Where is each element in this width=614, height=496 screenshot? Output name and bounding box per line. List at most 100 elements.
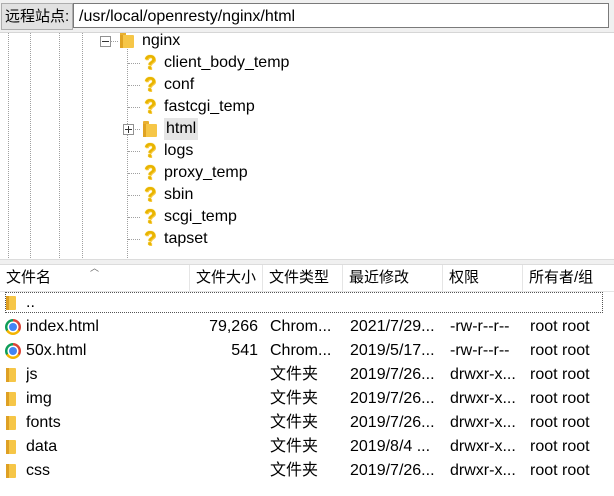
file-size [190, 411, 258, 435]
file-type: 文件夹 [270, 390, 319, 407]
file-type: Chrom... [270, 318, 332, 335]
folder-icon [120, 33, 134, 48]
tree-guide-line [30, 33, 31, 260]
table-row[interactable]: fonts 文件夹 2019/7/26... drwxr-x... root root [0, 411, 614, 435]
tree-connector [128, 85, 140, 86]
tree-node-logs[interactable]: logs [164, 140, 193, 162]
unknown-folder-icon: ? [144, 52, 157, 74]
file-name: css [26, 462, 50, 479]
column-header-owner-group[interactable]: 所有者/组 [523, 265, 614, 291]
file-name: 50x.html [26, 342, 87, 359]
tree-node-client-body-temp[interactable]: client_body_temp [164, 52, 289, 74]
file-type: 文件夹 [270, 438, 319, 455]
file-modified: 2019/7/26... [350, 462, 435, 479]
unknown-folder-icon: ? [144, 96, 157, 118]
tree-guide-line [8, 33, 9, 260]
file-type: 文件夹 [270, 366, 319, 383]
file-type: 文件夹 [270, 462, 319, 479]
file-type: Chrom... [270, 342, 332, 359]
sort-ascending-icon: ︿ [90, 263, 100, 273]
table-row[interactable]: 50x.html 541 Chrom... 2019/5/17... -rw-r--r-… [0, 339, 614, 363]
remote-site-label: 远程站点: [1, 3, 74, 30]
file-owner-group: root root [530, 342, 590, 359]
file-type [270, 291, 336, 315]
tree-node-fastcgi-temp[interactable]: fastcgi_temp [164, 96, 255, 118]
file-modified: 2019/8/4 ... [350, 438, 431, 455]
chrome-icon [5, 343, 21, 359]
unknown-folder-icon: ? [144, 184, 157, 206]
file-modified: 2019/7/26... [350, 366, 435, 383]
folder-icon [6, 392, 16, 406]
unknown-folder-icon: ? [144, 140, 157, 162]
file-size: 541 [231, 342, 258, 359]
tree-connector [128, 173, 140, 174]
file-name: .. [26, 294, 35, 311]
table-row[interactable]: img 文件夹 2019/7/26... drwxr-x... root root [0, 387, 614, 411]
tree-node-html[interactable]: html [164, 118, 199, 140]
file-permissions: drwxr-x... [450, 366, 516, 383]
remote-directory-tree[interactable]: nginx ? client_body_temp? conf? fastcgi_tem… [0, 33, 614, 260]
file-owner-group [530, 291, 614, 315]
column-header-permissions[interactable]: 权限 [443, 265, 523, 291]
file-modified: 2019/7/26... [350, 390, 435, 407]
table-row[interactable]: js 文件夹 2019/7/26... drwxr-x... root root [0, 363, 614, 387]
folder-icon [143, 121, 157, 137]
file-permissions: drwxr-x... [450, 462, 516, 479]
file-type: 文件夹 [270, 414, 319, 431]
column-header-modified[interactable]: 最近修改 [343, 265, 443, 291]
remote-site-bar: 远程站点: /usr/local/openresty/nginx/html [0, 0, 614, 33]
unknown-folder-icon: ? [144, 206, 157, 228]
tree-node-conf[interactable]: conf [164, 74, 194, 96]
column-header-filesize[interactable]: 文件大小 [190, 265, 263, 291]
file-permissions [450, 291, 522, 315]
file-size [190, 363, 258, 387]
table-row[interactable]: data 文件夹 2019/8/4 ... drwxr-x... root root [0, 435, 614, 459]
file-owner-group: root root [530, 390, 590, 407]
tree-node-nginx[interactable]: nginx [142, 33, 180, 52]
folder-icon [6, 296, 16, 310]
folder-icon [6, 464, 16, 478]
chrome-icon [5, 319, 21, 335]
file-permissions: -rw-r--r-- [450, 318, 510, 335]
tree-guide-line [127, 47, 128, 260]
file-permissions: drwxr-x... [450, 414, 516, 431]
tree-node-scgi-temp[interactable]: scgi_temp [164, 206, 237, 228]
table-row[interactable]: index.html 79,266 Chrom... 2021/7/29... -rw-… [0, 315, 614, 339]
tree-node-sbin[interactable]: sbin [164, 184, 193, 206]
file-owner-group: root root [530, 366, 590, 383]
tree-connector [128, 107, 140, 108]
tree-connector [128, 195, 140, 196]
file-permissions: drwxr-x... [450, 390, 516, 407]
file-size [190, 387, 258, 411]
file-size: 79,266 [209, 318, 258, 335]
file-modified [350, 291, 442, 315]
unknown-folder-icon: ? [144, 162, 157, 184]
expand-html-toggle[interactable] [123, 124, 134, 135]
file-modified: 2021/7/29... [350, 318, 435, 335]
table-row[interactable]: css 文件夹 2019/7/26... drwxr-x... root root [0, 459, 614, 483]
file-name: fonts [26, 414, 61, 431]
file-size [190, 459, 258, 483]
file-permissions: -rw-r--r-- [450, 342, 510, 359]
tree-connector [110, 41, 118, 42]
tree-node-proxy-temp[interactable]: proxy_temp [164, 162, 248, 184]
tree-connector [128, 63, 140, 64]
file-size [190, 435, 258, 459]
table-row[interactable]: .. [0, 291, 614, 315]
tree-node-tapset[interactable]: tapset [164, 228, 208, 250]
file-owner-group: root root [530, 462, 590, 479]
unknown-folder-icon: ? [144, 74, 157, 96]
tree-guide-line [59, 33, 60, 260]
file-name: img [26, 390, 52, 407]
file-name: js [26, 366, 38, 383]
tree-guide-line [82, 33, 83, 260]
file-owner-group: root root [530, 318, 590, 335]
column-header-filetype[interactable]: 文件类型 [263, 265, 343, 291]
folder-icon [6, 440, 16, 454]
file-modified: 2019/5/17... [350, 342, 435, 359]
file-list-header: 文件名 ︿ 文件大小 文件类型 最近修改 权限 所有者/组 [0, 263, 614, 292]
remote-path-input[interactable]: /usr/local/openresty/nginx/html [73, 3, 609, 28]
folder-icon [6, 368, 16, 382]
file-permissions: drwxr-x... [450, 438, 516, 455]
file-owner-group: root root [530, 414, 590, 431]
